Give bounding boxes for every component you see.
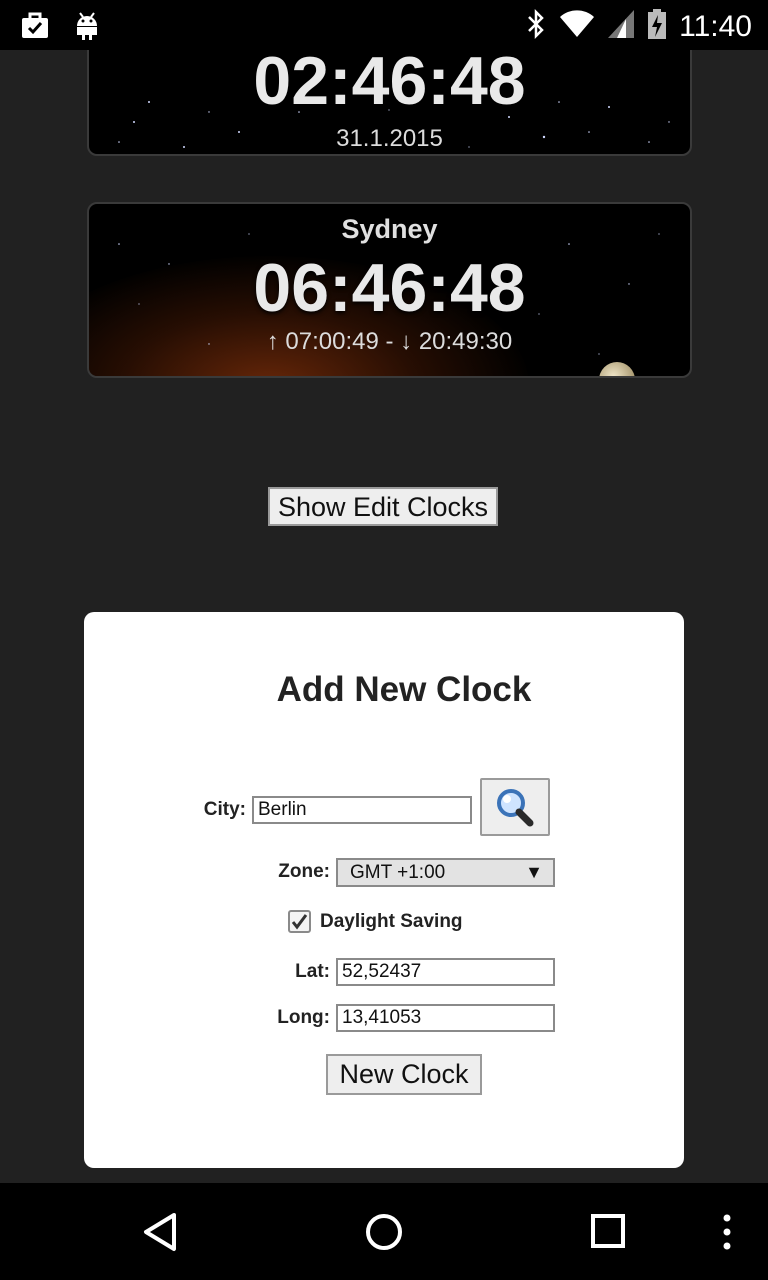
clock-card[interactable]: 02:46:48 31.1.2015 <box>87 50 692 156</box>
dropdown-arrow-icon: ▼ <box>525 862 543 882</box>
city-search-button[interactable] <box>480 778 550 836</box>
lat-input[interactable]: 52,52437 <box>336 958 555 986</box>
clock-time: 02:46:48 <box>253 50 526 119</box>
zone-value: GMT +1:00 <box>350 862 446 883</box>
clock-card-sydney[interactable]: Sydney 06:46:48 ↑ 07:00:49 - ↓ 20:49:30 <box>87 202 692 378</box>
show-edit-clocks-button[interactable]: Show Edit Clocks <box>268 487 498 526</box>
status-time: 11:40 <box>679 9 752 43</box>
clock-date: 31.1.2015 <box>336 125 443 152</box>
new-clock-button[interactable]: New Clock <box>326 1054 482 1095</box>
clock-city: Sydney <box>341 214 438 244</box>
clock-time: 06:46:48 <box>253 250 526 326</box>
panel-title: Add New Clock <box>276 670 532 709</box>
sunrise-sunset: ↑ 07:00:49 - ↓ 20:49:30 <box>266 328 513 355</box>
bluetooth-icon <box>525 8 547 45</box>
city-input[interactable]: Berlin <box>252 796 472 824</box>
long-input[interactable]: 13,41053 <box>336 1004 555 1032</box>
zone-label: Zone: <box>278 861 330 882</box>
add-clock-panel: Add New Clock City: Berlin Zone: GMT +1:… <box>84 612 684 1168</box>
status-bar: 11:40 <box>0 0 768 50</box>
checkmark-icon <box>291 914 308 930</box>
long-label: Long: <box>277 1007 330 1028</box>
battery-charging-icon <box>647 8 667 45</box>
signal-icon <box>607 9 635 44</box>
zone-select[interactable]: GMT +1:00 ▼ <box>336 858 555 887</box>
clock-list[interactable]: 02:46:48 31.1.2015 Sydney 06:46:48 ↑ 07:… <box>0 50 768 1183</box>
overflow-menu-icon[interactable] <box>720 1213 734 1256</box>
back-icon[interactable] <box>140 1211 180 1258</box>
store-icon <box>20 10 50 45</box>
recents-icon[interactable] <box>590 1213 626 1254</box>
magnifier-icon <box>497 789 534 827</box>
home-icon[interactable] <box>364 1212 404 1257</box>
android-icon <box>72 10 102 45</box>
lat-label: Lat: <box>295 961 330 982</box>
wifi-icon <box>559 9 595 44</box>
city-label: City: <box>203 799 246 820</box>
daylight-saving-checkbox[interactable] <box>288 910 311 933</box>
navigation-bar <box>0 1183 768 1280</box>
daylight-saving-label: Daylight Saving <box>320 911 463 932</box>
